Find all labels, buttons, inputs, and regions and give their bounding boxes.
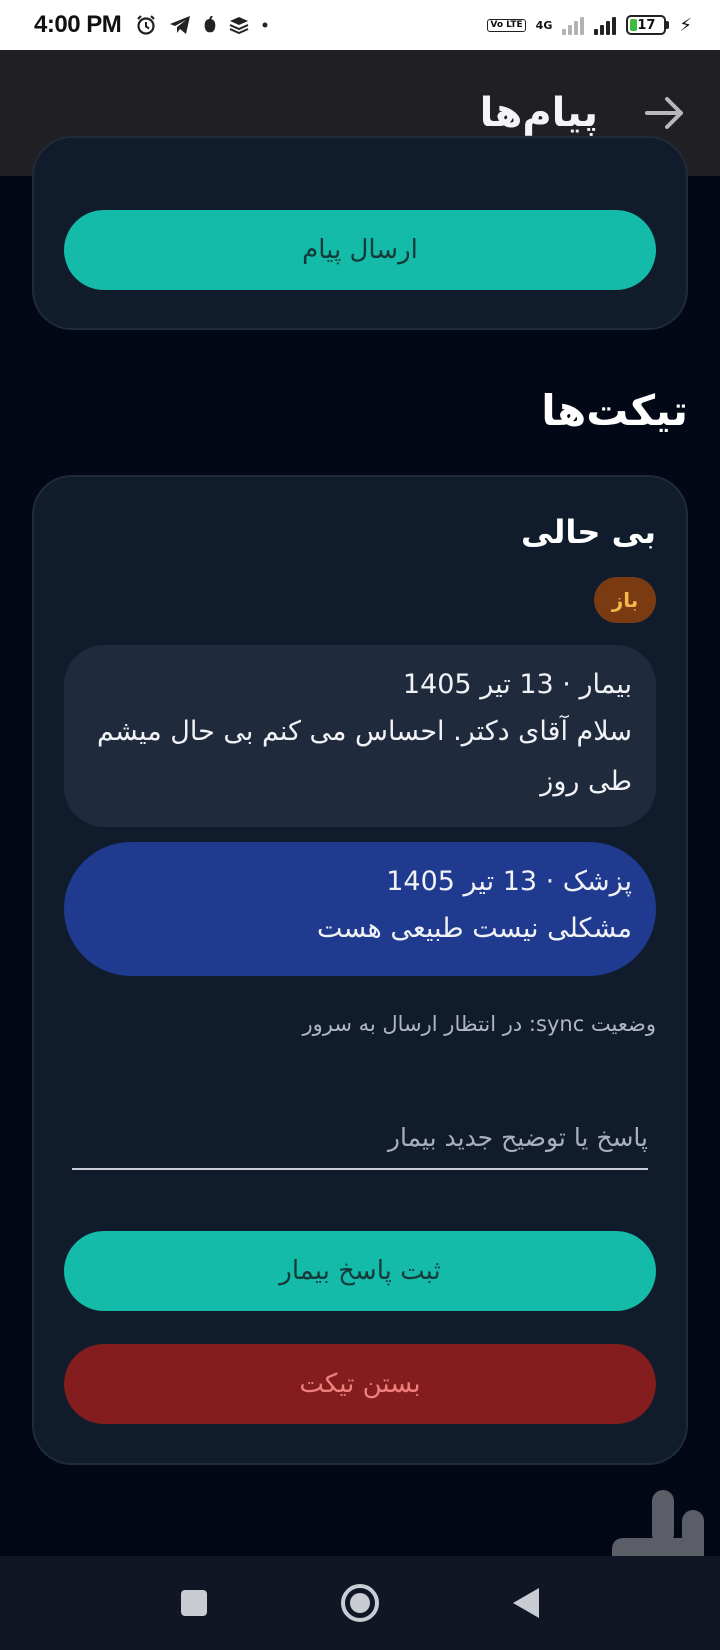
status-bar: 4:00 PM Vo LTE 4G 17 ⚡ (0, 0, 720, 50)
recents-button[interactable] (171, 1580, 217, 1626)
message-meta: بیمار · 13 تیر 1405 (402, 669, 632, 700)
ticket-title: بی حالی (521, 513, 656, 551)
layers-icon (229, 17, 249, 34)
battery-level: 17 (637, 17, 656, 33)
page-title: پیام‌ها (479, 90, 598, 136)
status-right: Vo LTE 4G 17 ⚡ (487, 15, 692, 36)
home-button[interactable] (337, 1580, 383, 1626)
reply-input[interactable] (72, 1106, 648, 1170)
telegram-icon (170, 16, 191, 34)
signal-icon-2 (594, 15, 617, 35)
send-message-button[interactable]: ارسال پیام (64, 210, 656, 290)
message-text: مشکلی نیست طبیعی هست (316, 913, 632, 944)
back-triangle-icon (513, 1588, 539, 1618)
patient-message: بیمار · 13 تیر 1405 سلام آقای دکتر. احسا… (64, 645, 656, 827)
tickets-section-title: تیکت‌ها (541, 386, 688, 435)
doctor-message: پزشک · 13 تیر 1405 مشکلی نیست طبیعی هست (64, 842, 656, 976)
volte-icon: Vo LTE (487, 18, 526, 32)
charging-icon: ⚡ (679, 14, 692, 36)
dot-icon (262, 22, 268, 28)
status-notification-icons (135, 14, 269, 36)
status-time: 4:00 PM (34, 11, 122, 38)
signal-icon-1 (562, 15, 585, 35)
close-ticket-button[interactable]: بستن تیکت (64, 1344, 656, 1424)
status-badge: باز (594, 577, 656, 623)
battery-icon: 17 (626, 15, 670, 35)
app-icon (204, 16, 216, 33)
network-type: 4G (535, 18, 553, 32)
back-button[interactable] (640, 88, 690, 138)
recents-square-icon (181, 1590, 207, 1616)
system-nav-bar (0, 1556, 720, 1650)
arrow-right-icon (645, 97, 683, 129)
alarm-icon (137, 15, 155, 35)
message-meta: پزشک · 13 تیر 1405 (386, 866, 632, 897)
submit-reply-button[interactable]: ثبت پاسخ بیمار (64, 1231, 656, 1311)
sync-status: وضعیت sync: در انتظار ارسال به سرور (302, 1012, 656, 1036)
status-left: 4:00 PM (34, 11, 269, 39)
home-circle-icon (341, 1584, 379, 1622)
back-nav-button[interactable] (503, 1580, 549, 1626)
message-text: سلام آقای دکتر. احساس می کنم بی حال میشم… (96, 716, 632, 797)
